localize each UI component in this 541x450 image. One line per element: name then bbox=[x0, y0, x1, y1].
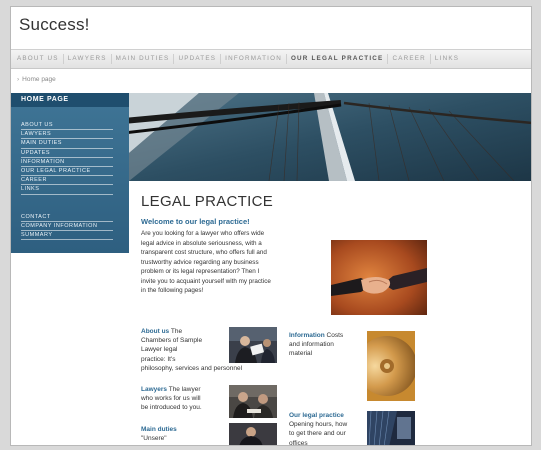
nav-main-duties[interactable]: MAIN DUTIES bbox=[112, 54, 175, 64]
teaser-text: offices bbox=[289, 439, 308, 446]
teaser-lawyers: Lawyers The lawyer who works for us will… bbox=[141, 385, 225, 413]
teaser-text: material bbox=[289, 350, 313, 358]
intro-line: trustworthy advice regarding any busines… bbox=[141, 258, 259, 266]
intro-line: Are you looking for a lawyer who offers … bbox=[141, 230, 265, 237]
chevron-right-icon: › bbox=[17, 76, 20, 83]
about-us-photo bbox=[229, 327, 277, 363]
sidebar-item-links[interactable]: LINKS bbox=[21, 185, 113, 195]
teaser-text: Chambers of Sample bbox=[141, 337, 203, 345]
handshake-photo bbox=[331, 240, 427, 315]
intro-line: legal advice in absolute seriousness, wi… bbox=[141, 239, 262, 247]
teaser-text: "Unsere" bbox=[141, 435, 167, 443]
teaser-text: practice: It's bbox=[141, 355, 176, 363]
teaser-link-our-legal-practice[interactable]: Our legal practice bbox=[289, 411, 369, 420]
teaser-text: philosophy, services and personnel bbox=[141, 364, 243, 372]
teaser-text: who works for us will bbox=[141, 395, 201, 403]
teaser-text: and information bbox=[289, 341, 334, 349]
site-header: Success! bbox=[11, 7, 531, 49]
page-title: LEGAL PRACTICE bbox=[141, 193, 274, 210]
welcome-heading: Welcome to our legal practice! bbox=[141, 217, 250, 226]
teaser-text: The bbox=[169, 328, 183, 335]
sidebar-item-main-duties[interactable]: MAIN DUTIES bbox=[21, 139, 113, 149]
browser-page-frame: Success! ABOUT US LAWYERS MAIN DUTIES UP… bbox=[10, 6, 532, 446]
nav-career[interactable]: CAREER bbox=[388, 54, 431, 64]
intro-line: in the following pages! bbox=[141, 287, 204, 294]
teaser-our-legal-practice: Our legal practice Opening hours, how to… bbox=[289, 411, 369, 446]
main-duties-photo bbox=[229, 423, 277, 445]
sidebar-item-updates[interactable]: UPDATES bbox=[21, 149, 113, 158]
sidebar-item-our-legal-practice[interactable]: OUR LEGAL PRACTICE bbox=[21, 167, 113, 177]
sidebar-list: ABOUT US LAWYERS MAIN DUTIES UPDATES INF… bbox=[11, 107, 129, 195]
intro-line: invite you to acquaint yourself with my … bbox=[141, 277, 271, 285]
nav-about-us[interactable]: ABOUT US bbox=[13, 54, 64, 64]
practice-building-photo bbox=[367, 411, 415, 445]
nav-our-legal-practice[interactable]: OUR LEGAL PRACTICE bbox=[287, 54, 389, 64]
teaser-text: be introduced to you. bbox=[141, 404, 202, 412]
information-cd-photo bbox=[367, 331, 415, 401]
teaser-link-information[interactable]: Information bbox=[289, 332, 325, 339]
hero-bridge-image bbox=[129, 93, 531, 181]
sidebar-heading[interactable]: HOME PAGE bbox=[11, 93, 129, 107]
teaser-link-main-duties[interactable]: Main duties bbox=[141, 425, 219, 434]
intro-line: transparent cost structure, who offers f… bbox=[141, 249, 267, 256]
teaser-information: Information Costs and information materi… bbox=[289, 331, 369, 359]
breadcrumb-home[interactable]: Home page bbox=[22, 76, 56, 83]
sidebar-item-lawyers[interactable]: LAWYERS bbox=[21, 130, 113, 140]
sidebar-item-about-us[interactable]: ABOUT US bbox=[21, 121, 113, 131]
teaser-link-lawyers[interactable]: Lawyers bbox=[141, 386, 167, 393]
teaser-text: Costs bbox=[324, 332, 344, 339]
sidebar-secondary-list: CONTACT COMPANY INFORMATION SUMMARY bbox=[11, 195, 129, 241]
teaser-main-duties: Main duties "Unsere" bbox=[141, 425, 219, 443]
teaser-text: Lawyer legal bbox=[141, 346, 178, 354]
nav-lawyers[interactable]: LAWYERS bbox=[64, 54, 112, 64]
teaser-text: Opening hours, how bbox=[289, 421, 348, 429]
teaser-text: to get there and our bbox=[289, 430, 346, 438]
sidebar-item-information[interactable]: INFORMATION bbox=[21, 158, 113, 168]
teaser-link-about-us[interactable]: About us bbox=[141, 328, 169, 335]
sidebar-nav: HOME PAGE ABOUT US LAWYERS MAIN DUTIES U… bbox=[11, 93, 129, 253]
top-navigation: ABOUT US LAWYERS MAIN DUTIES UPDATES INF… bbox=[11, 49, 531, 69]
nav-updates[interactable]: UPDATES bbox=[174, 54, 222, 64]
sidebar-item-summary[interactable]: SUMMARY bbox=[21, 231, 113, 241]
site-title[interactable]: Success! bbox=[19, 15, 531, 35]
intro-line: problem or its legal representation? The… bbox=[141, 268, 260, 275]
breadcrumb: › Home page bbox=[11, 69, 531, 91]
sidebar-item-contact[interactable]: CONTACT bbox=[21, 213, 113, 222]
sidebar-item-career[interactable]: CAREER bbox=[21, 176, 113, 186]
teaser-text: The lawyer bbox=[167, 386, 201, 393]
intro-paragraph: Are you looking for a lawyer who offers … bbox=[141, 229, 309, 296]
nav-information[interactable]: INFORMATION bbox=[221, 54, 287, 64]
nav-links[interactable]: LINKS bbox=[431, 54, 463, 64]
teaser-about-us: About us The Chambers of Sample Lawyer l… bbox=[141, 327, 243, 373]
sidebar-item-company-information[interactable]: COMPANY INFORMATION bbox=[21, 222, 113, 232]
lawyers-photo bbox=[229, 385, 277, 418]
